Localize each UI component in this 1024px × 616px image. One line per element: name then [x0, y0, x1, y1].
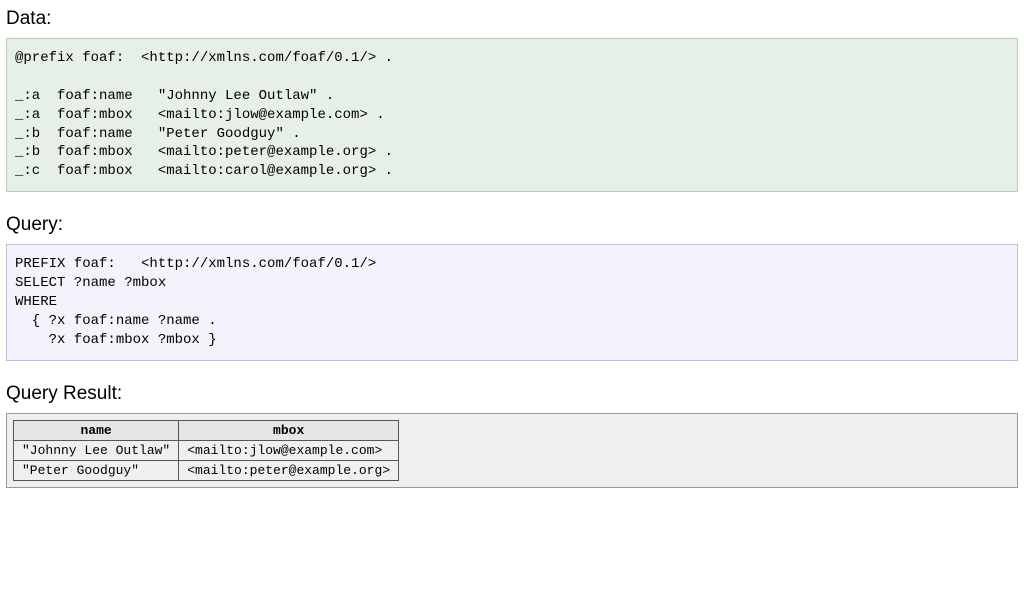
query-section-label: Query:: [6, 214, 1018, 236]
table-header-row: name mbox: [14, 420, 399, 440]
result-container: name mbox "Johnny Lee Outlaw" <mailto:jl…: [6, 413, 1018, 488]
cell-name: "Johnny Lee Outlaw": [14, 440, 179, 460]
cell-mbox: <mailto:jlow@example.com>: [179, 440, 399, 460]
cell-name: "Peter Goodguy": [14, 460, 179, 480]
result-table: name mbox "Johnny Lee Outlaw" <mailto:jl…: [13, 420, 399, 481]
result-section-label: Query Result:: [6, 383, 1018, 405]
cell-mbox: <mailto:peter@example.org>: [179, 460, 399, 480]
table-header-mbox: mbox: [179, 420, 399, 440]
table-header-name: name: [14, 420, 179, 440]
table-row: "Peter Goodguy" <mailto:peter@example.or…: [14, 460, 399, 480]
query-code-block: PREFIX foaf: <http://xmlns.com/foaf/0.1/…: [6, 244, 1018, 360]
data-code-block: @prefix foaf: <http://xmlns.com/foaf/0.1…: [6, 38, 1018, 192]
table-row: "Johnny Lee Outlaw" <mailto:jlow@example…: [14, 440, 399, 460]
data-section-label: Data:: [6, 8, 1018, 30]
